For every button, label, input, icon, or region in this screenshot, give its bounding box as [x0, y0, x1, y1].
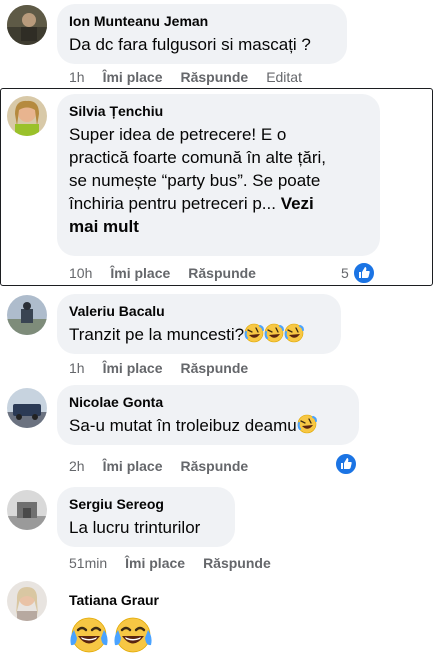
like-button[interactable]: Îmi place	[103, 69, 163, 85]
comment-text: Tranzit pe la muncesti?	[69, 323, 329, 346]
comment-actions: 51min Îmi place Răspunde	[69, 555, 289, 571]
avatar-photo	[7, 388, 47, 428]
like-button[interactable]: Îmi place	[110, 265, 170, 281]
like-button[interactable]: Îmi place	[103, 458, 163, 474]
avatar-photo	[7, 295, 47, 335]
avatar[interactable]	[7, 388, 47, 428]
avatar-photo	[7, 96, 47, 136]
tears-of-joy-emoji	[69, 616, 109, 654]
reaction-count[interactable]: 5	[341, 265, 349, 281]
comment-sticker	[69, 615, 153, 660]
tears-of-joy-emoji	[113, 616, 153, 654]
comment-time[interactable]: 1h	[69, 360, 85, 376]
rolling-on-floor-laughing-emoji	[284, 323, 305, 343]
comment-time[interactable]: 2h	[69, 458, 85, 474]
comment-author[interactable]: Sergiu Sereog	[69, 495, 223, 513]
comment-actions: 1h Îmi place Răspunde	[69, 360, 266, 376]
comment-time[interactable]: 10h	[69, 265, 92, 281]
thumbs-up-icon[interactable]	[352, 261, 376, 285]
reply-button[interactable]: Răspunde	[181, 360, 249, 376]
comment-time[interactable]: 51min	[69, 555, 107, 571]
reply-button[interactable]: Răspunde	[203, 555, 271, 571]
comment-text-line: închiria pentru petreceri p...	[69, 194, 276, 213]
avatar[interactable]	[7, 581, 47, 621]
edited-label: Editat	[266, 69, 302, 85]
like-button[interactable]: Îmi place	[125, 555, 185, 571]
comment-author[interactable]: Silvia Țenchiu	[69, 102, 368, 120]
comment-author[interactable]: Valeriu Bacalu	[69, 302, 329, 320]
comment-time[interactable]: 1h	[69, 69, 85, 85]
comment-text-value: Sa-u mutat în troleibuz deamu	[69, 416, 297, 435]
comment-text: Super idea de petrecere! E o practică fo…	[69, 123, 368, 238]
reply-button[interactable]: Răspunde	[181, 458, 249, 474]
comment-text-line: Super idea de petrecere! E o	[69, 125, 287, 144]
comment-bubble: Nicolae Gonta Sa-u mutat în troleibuz de…	[57, 385, 359, 445]
comment-text: Sa-u mutat în troleibuz deamu	[69, 414, 347, 437]
comment-bubble: Valeriu Bacalu Tranzit pe la muncesti?	[57, 294, 341, 354]
like-button[interactable]: Îmi place	[103, 360, 163, 376]
comment-text-line: practică foarte comună în alte țări,	[69, 148, 327, 167]
avatar[interactable]	[7, 490, 47, 530]
comment-author[interactable]: Tatiana Graur	[69, 592, 159, 608]
comment-bubble: Ion Munteanu Jeman Da dc fara fulgusori …	[57, 4, 347, 64]
comment-text-value: Tranzit pe la muncesti?	[69, 325, 245, 344]
comment-text-line: se numește “party bus”. Se poate	[69, 171, 321, 190]
thumbs-up-icon[interactable]	[334, 452, 358, 476]
comment-actions: 10h Îmi place Răspunde	[69, 265, 274, 281]
rolling-on-floor-laughing-emoji	[296, 414, 317, 434]
comment-actions: 1h Îmi place Răspunde Editat	[69, 69, 320, 85]
avatar-photo	[7, 5, 47, 45]
avatar-photo	[7, 490, 47, 530]
comment-bubble: Sergiu Sereog La lucru trinturilor	[57, 487, 235, 547]
comment-actions: 2h Îmi place Răspunde	[69, 458, 266, 474]
reply-button[interactable]: Răspunde	[181, 69, 249, 85]
rolling-on-floor-laughing-emoji	[264, 323, 285, 343]
comment-author[interactable]: Nicolae Gonta	[69, 393, 347, 411]
comment-text: Da dc fara fulgusori si mascați ?	[69, 35, 311, 54]
rolling-on-floor-laughing-emoji	[244, 323, 265, 343]
avatar[interactable]	[7, 96, 47, 136]
comment-text: La lucru trinturilor	[69, 518, 201, 537]
avatar[interactable]	[7, 295, 47, 335]
comment-author[interactable]: Ion Munteanu Jeman	[69, 12, 335, 30]
comment-bubble: Silvia Țenchiu Super idea de petrecere! …	[57, 94, 380, 256]
see-more-link[interactable]: Vezi	[281, 194, 314, 213]
avatar-photo	[7, 581, 47, 621]
avatar[interactable]	[7, 5, 47, 45]
see-more-link[interactable]: mai mult	[69, 217, 139, 236]
reply-button[interactable]: Răspunde	[188, 265, 256, 281]
